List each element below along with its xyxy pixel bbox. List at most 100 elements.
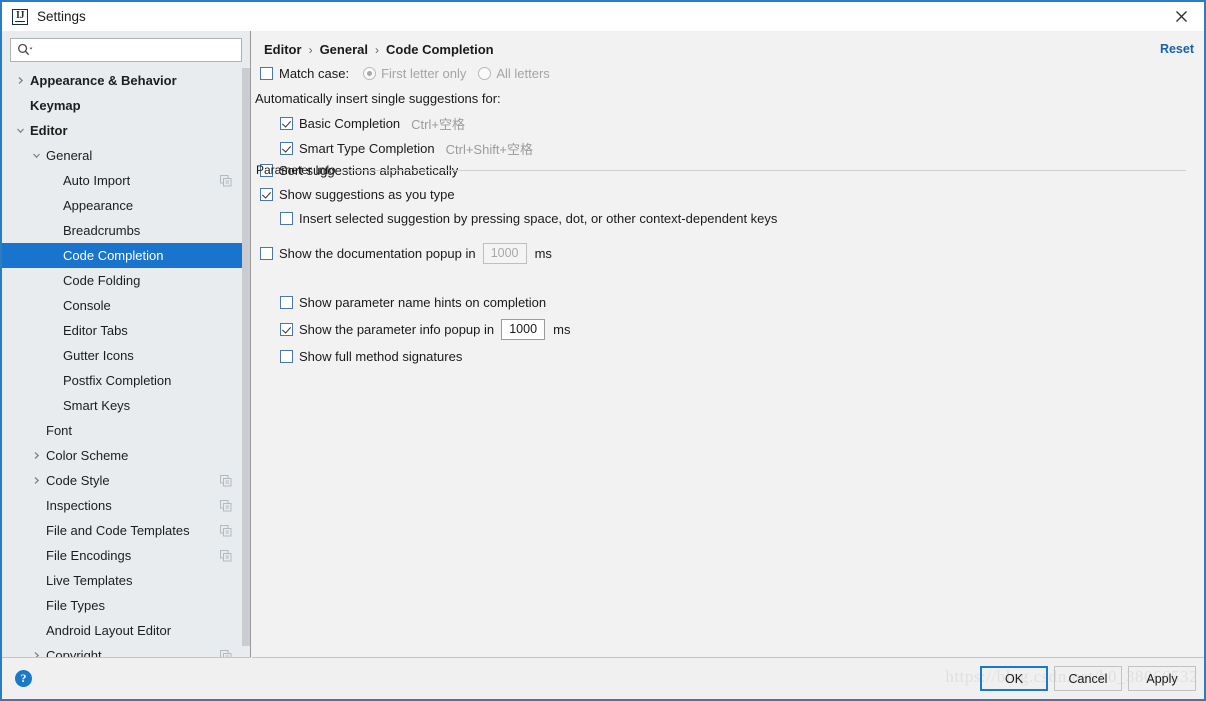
auto-insert-label: Automatically insert single suggestions … xyxy=(255,91,501,106)
sidebar-item-code-folding[interactable]: Code Folding xyxy=(2,268,250,293)
sidebar-item-console[interactable]: Console xyxy=(2,293,250,318)
match-case-option-0[interactable]: First letter only xyxy=(363,66,466,81)
sidebar-item-android-layout-editor[interactable]: Android Layout Editor xyxy=(2,618,250,643)
sidebar-item-file-and-code-templates[interactable]: File and Code Templates xyxy=(2,518,250,543)
param-name-hints-checkbox[interactable] xyxy=(280,296,293,309)
reset-link[interactable]: Reset xyxy=(1160,42,1194,56)
copy-settings-icon[interactable] xyxy=(220,174,232,187)
sidebar-item-label: File Encodings xyxy=(46,548,132,563)
doc-popup-checkbox[interactable] xyxy=(260,247,273,260)
breadcrumb-separator-icon: › xyxy=(374,42,379,57)
sidebar-item-editor[interactable]: Editor xyxy=(2,118,250,143)
param-info-popup-row[interactable]: Show the parameter info popup in 1000 ms xyxy=(280,319,570,340)
sidebar-item-general[interactable]: General xyxy=(2,143,250,168)
window-title: Settings xyxy=(37,9,86,24)
sidebar-item-code-completion[interactable]: Code Completion xyxy=(2,243,250,268)
insert-selected-label: Insert selected suggestion by pressing s… xyxy=(299,211,778,226)
sidebar-item-color-scheme[interactable]: Color Scheme xyxy=(2,443,250,468)
search-input[interactable] xyxy=(34,39,241,61)
basic-completion-row[interactable]: Basic Completion Ctrl+空格 xyxy=(280,114,465,133)
param-info-popup-label: Show the parameter info popup in xyxy=(299,322,495,337)
parameter-info-group-label: Parameter Info xyxy=(256,163,336,177)
help-icon[interactable]: ? xyxy=(15,670,32,687)
basic-completion-shortcut: Ctrl+空格 xyxy=(411,117,465,132)
chevron-down-icon[interactable] xyxy=(14,125,26,137)
all-letters-label: All letters xyxy=(496,66,550,81)
sidebar-item-copyright[interactable]: Copyright xyxy=(2,643,250,657)
dialog-footer: https://blog.csdn.net/h0_38066532 OK Canc… xyxy=(252,657,1204,699)
copy-settings-icon[interactable] xyxy=(220,549,232,562)
param-name-hints-label: Show parameter name hints on completion xyxy=(299,295,547,310)
insert-selected-checkbox[interactable] xyxy=(280,212,293,225)
cancel-button[interactable]: Cancel xyxy=(1054,666,1122,691)
intellij-idea-icon: IJ xyxy=(12,8,28,25)
doc-popup-label: Show the documentation popup in xyxy=(279,246,476,261)
copy-settings-icon[interactable] xyxy=(220,524,232,537)
insert-selected-row[interactable]: Insert selected suggestion by pressing s… xyxy=(280,211,777,226)
sidebar-item-label: File Types xyxy=(46,598,106,613)
sidebar-item-editor-tabs[interactable]: Editor Tabs xyxy=(2,318,250,343)
sidebar-scrollbar[interactable] xyxy=(241,68,250,657)
apply-button[interactable]: Apply xyxy=(1128,666,1196,691)
match-case-label: Match case: xyxy=(279,66,350,81)
sidebar-item-appearance-behavior[interactable]: Appearance & Behavior xyxy=(2,68,250,93)
sidebar-item-live-templates[interactable]: Live Templates xyxy=(2,568,250,593)
basic-completion-checkbox[interactable] xyxy=(280,117,293,130)
chevron-down-icon[interactable] xyxy=(30,150,42,162)
doc-popup-unit: ms xyxy=(534,246,552,261)
breadcrumb-item-0[interactable]: Editor xyxy=(264,42,302,57)
help-bar: ? xyxy=(2,657,251,699)
match-case-option-1[interactable]: All letters xyxy=(478,66,550,81)
sidebar-item-label: Code Folding xyxy=(63,273,141,288)
dialog-buttons: OK Cancel Apply xyxy=(980,666,1196,691)
sidebar-item-font[interactable]: Font xyxy=(2,418,250,443)
show-suggestions-row[interactable]: Show suggestions as you type xyxy=(260,187,455,202)
sidebar-item-inspections[interactable]: Inspections xyxy=(2,493,250,518)
full-signatures-row[interactable]: Show full method signatures xyxy=(280,349,462,364)
copy-settings-icon[interactable] xyxy=(220,474,232,487)
ok-button[interactable]: OK xyxy=(980,666,1048,691)
chevron-right-icon[interactable] xyxy=(30,450,42,462)
match-case-checkbox[interactable] xyxy=(260,67,273,80)
sidebar-item-keymap[interactable]: Keymap xyxy=(2,93,250,118)
smart-type-completion-row[interactable]: Smart Type Completion Ctrl+Shift+空格 xyxy=(280,139,533,158)
parameter-info-group-divider xyxy=(341,169,1186,171)
first-letter-only-radio[interactable] xyxy=(363,67,377,80)
sidebar-item-label: Breadcrumbs xyxy=(63,223,141,238)
param-name-hints-row[interactable]: Show parameter name hints on completion xyxy=(280,295,546,310)
param-info-popup-delay-input[interactable]: 1000 xyxy=(501,319,546,340)
close-icon[interactable] xyxy=(1158,2,1204,31)
param-info-popup-checkbox[interactable] xyxy=(280,323,293,336)
copy-settings-icon[interactable] xyxy=(220,499,232,512)
copy-settings-icon[interactable] xyxy=(220,649,232,657)
sidebar-item-appearance[interactable]: Appearance xyxy=(2,193,250,218)
sidebar-item-auto-import[interactable]: Auto Import xyxy=(2,168,250,193)
sidebar-item-label: Gutter Icons xyxy=(63,348,134,363)
sidebar-item-file-encodings[interactable]: File Encodings xyxy=(2,543,250,568)
match-case-row: Match case: First letter only All letter… xyxy=(260,66,550,81)
smart-type-completion-checkbox[interactable] xyxy=(280,142,293,155)
sidebar-scrollbar-thumb[interactable] xyxy=(242,68,250,646)
chevron-right-icon[interactable] xyxy=(14,75,26,87)
sidebar-item-postfix-completion[interactable]: Postfix Completion xyxy=(2,368,250,393)
search-box[interactable] xyxy=(10,38,242,62)
sidebar-item-gutter-icons[interactable]: Gutter Icons xyxy=(2,343,250,368)
param-info-popup-unit: ms xyxy=(553,322,571,337)
sidebar-item-label: File and Code Templates xyxy=(46,523,190,538)
sidebar-item-label: Live Templates xyxy=(46,573,133,588)
doc-popup-delay-input[interactable]: 1000 xyxy=(482,243,527,264)
doc-popup-row[interactable]: Show the documentation popup in 1000 ms xyxy=(260,243,552,264)
show-suggestions-checkbox[interactable] xyxy=(260,188,273,201)
sidebar-item-label: Postfix Completion xyxy=(63,373,172,388)
sidebar-item-smart-keys[interactable]: Smart Keys xyxy=(2,393,250,418)
breadcrumb-item-1[interactable]: General xyxy=(320,42,368,57)
settings-dialog: IJ Settings Appearance & Behavior Keymap… xyxy=(0,0,1206,701)
full-signatures-checkbox[interactable] xyxy=(280,350,293,363)
chevron-right-icon[interactable] xyxy=(30,650,42,657)
all-letters-radio[interactable] xyxy=(478,67,492,80)
sidebar-item-breadcrumbs[interactable]: Breadcrumbs xyxy=(2,218,250,243)
settings-content: Match case: First letter only All letter… xyxy=(252,63,1204,657)
chevron-right-icon[interactable] xyxy=(30,475,42,487)
sidebar-item-code-style[interactable]: Code Style xyxy=(2,468,250,493)
sidebar-item-file-types[interactable]: File Types xyxy=(2,593,250,618)
